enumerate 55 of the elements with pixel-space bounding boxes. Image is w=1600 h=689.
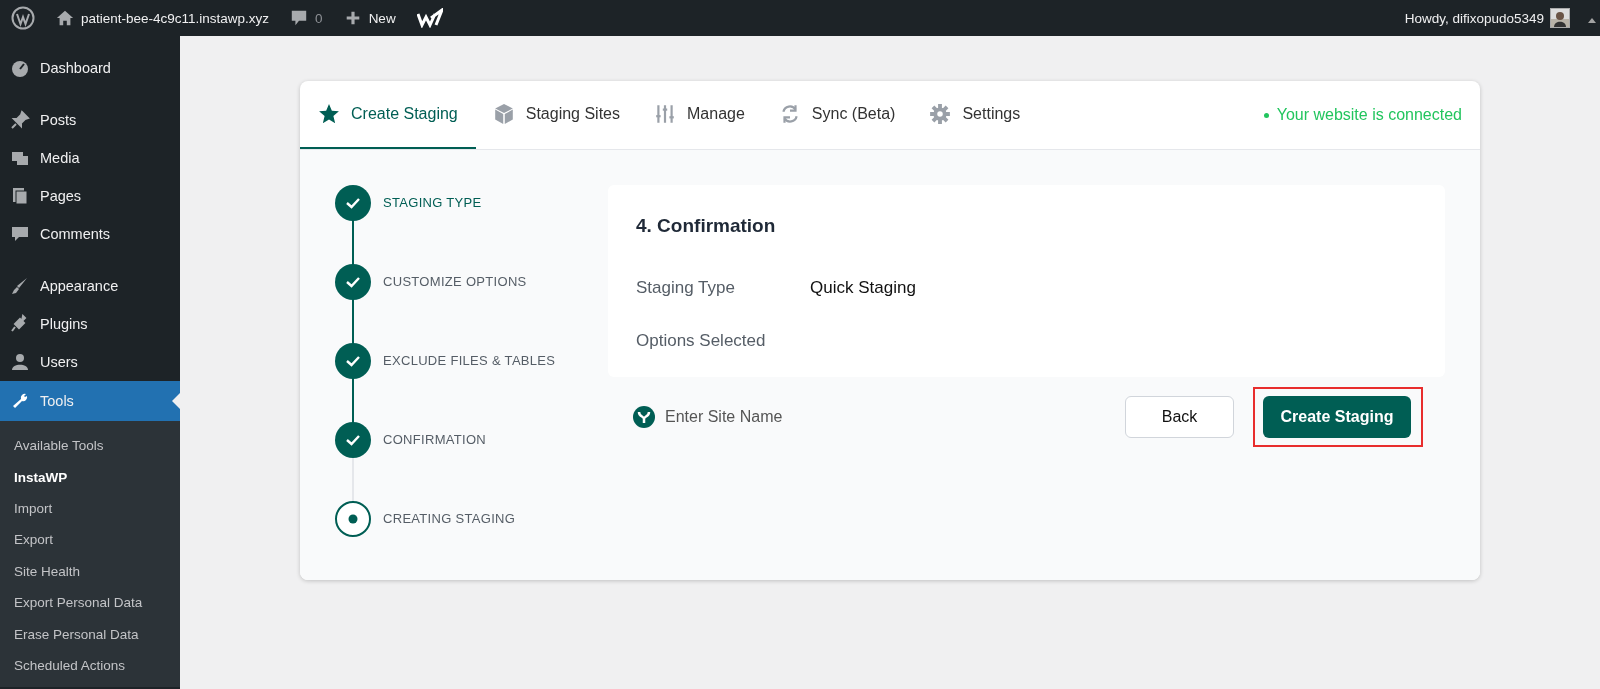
panel-title: 4. Confirmation (636, 215, 777, 237)
sliders-icon (654, 103, 676, 125)
step-label: EXCLUDE FILES & TABLES (383, 353, 556, 368)
comment-icon (290, 9, 309, 27)
submenu-item[interactable]: Import (0, 492, 180, 525)
connection-status: Your website is connected (1276, 106, 1462, 124)
submenu-item[interactable]: Available Tools (0, 430, 180, 462)
step-label: STAGING TYPE (383, 195, 482, 210)
sidebar-item[interactable]: Appearance (0, 267, 180, 305)
cube-icon (492, 103, 515, 125)
pages-icon (10, 186, 30, 206)
comment-count[interactable]: 0 (315, 10, 323, 26)
field-value: Quick Staging (810, 277, 916, 298)
branch-icon (633, 406, 655, 428)
sidebar-item[interactable]: Comments (0, 215, 180, 253)
wordpress-logo-icon[interactable] (11, 6, 35, 30)
greeting[interactable]: Howdy, difixopudo5349 (1404, 10, 1544, 26)
tab[interactable]: Settings (912, 81, 1038, 149)
dashboard-icon (10, 58, 30, 78)
star-icon (318, 103, 340, 125)
step-label: CREATING STAGING (383, 511, 516, 526)
sidebar-item[interactable]: Posts (0, 101, 180, 139)
submenu-item[interactable]: Export Personal Data (0, 586, 180, 619)
submenu-item[interactable]: Site Health (0, 555, 180, 587)
sidebar-item[interactable]: Dashboard (0, 49, 180, 87)
sidebar-item[interactable]: Users (0, 343, 180, 381)
enter-site-name-link[interactable]: Enter Site Name (665, 408, 783, 426)
create-staging-button[interactable]: Create Staging (1263, 396, 1411, 438)
home-icon (56, 9, 74, 27)
back-button[interactable]: Back (1125, 396, 1234, 438)
sidebar-item[interactable]: Media (0, 139, 180, 177)
tab[interactable]: Staging Sites (475, 81, 637, 149)
step-label: CUSTOMIZE OPTIONS (383, 274, 527, 289)
step-label: CONFIRMATION (383, 432, 487, 447)
sidebar-item[interactable]: Plugins (0, 305, 180, 343)
submenu-item[interactable]: InstaWP (0, 461, 180, 493)
field-label: Options Selected (636, 330, 767, 351)
tab[interactable]: Manage (637, 81, 762, 149)
scroll-up-icon[interactable] (1586, 16, 1597, 24)
submenu-item[interactable]: Erase Personal Data (0, 618, 180, 650)
user-icon (10, 352, 30, 372)
site-link[interactable]: patient-bee-4c9c11.instawp.xyz (81, 10, 270, 26)
settings-icon (929, 103, 952, 125)
tab[interactable]: Sync (Beta) (761, 81, 913, 149)
submenu-item[interactable]: Export (0, 524, 180, 556)
pin-icon (10, 110, 30, 130)
w-logo-icon[interactable] (416, 8, 443, 28)
submenu-item[interactable]: Scheduled Actions (0, 649, 180, 682)
status-dot-icon (1263, 112, 1269, 118)
field-label: Staging Type (636, 277, 736, 298)
new-link[interactable]: New (368, 10, 396, 26)
sidebar-item[interactable]: Pages (0, 177, 180, 215)
brush-icon (10, 276, 30, 296)
sidebar-item[interactable]: Tools (0, 381, 180, 421)
comment-icon (10, 224, 30, 244)
